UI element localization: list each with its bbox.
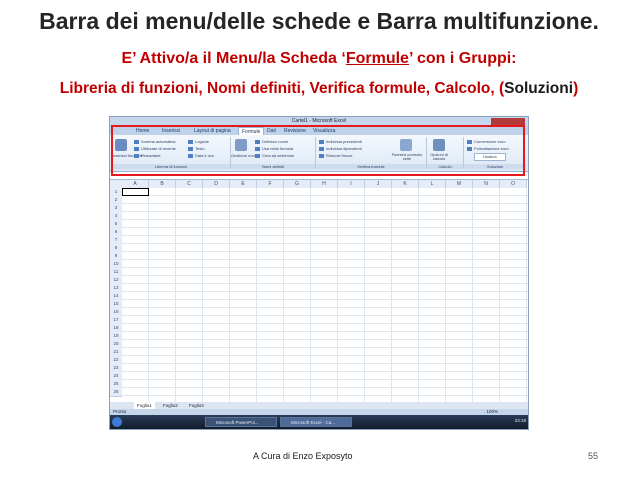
- active-cell-a1[interactable]: [122, 188, 149, 196]
- grid-line: [122, 299, 528, 300]
- grid-line: [175, 188, 176, 402]
- grid-line: [122, 395, 528, 396]
- grid-line: [122, 331, 528, 332]
- grid-line: [122, 323, 528, 324]
- grid-line: [256, 188, 257, 402]
- taskbar-item-powerpoint[interactable]: Microsoft PowerPoi...: [205, 417, 277, 427]
- column-header[interactable]: E: [230, 180, 257, 188]
- windows-taskbar: Microsoft PowerPoi... Microsoft Excel - …: [110, 415, 528, 429]
- grid-line: [122, 347, 528, 348]
- grid-line: [122, 355, 528, 356]
- worksheet-grid[interactable]: A B C D E F G H I J K L M N O 1 2 3 4 5 6 7 8 9 10 11 12 13 14 15 16 17…: [110, 180, 528, 402]
- column-header[interactable]: L: [419, 180, 446, 188]
- grid-line: [122, 339, 528, 340]
- quick-access-toolbar[interactable]: [114, 118, 174, 125]
- window-controls[interactable]: [491, 118, 525, 125]
- column-header[interactable]: I: [338, 180, 365, 188]
- slide-footer: A Cura di Enzo Exposyto: [253, 451, 353, 461]
- grid-line: [499, 188, 500, 402]
- sheet-tab-foglio3[interactable]: Foglio3: [186, 402, 207, 409]
- column-header[interactable]: J: [365, 180, 392, 188]
- grid-line: [122, 379, 528, 380]
- column-header[interactable]: O: [500, 180, 527, 188]
- grid-line: [337, 188, 338, 402]
- slide-groups-line: Libreria di funzioni, Nomi definiti, Ver…: [0, 80, 638, 98]
- grid-line: [202, 188, 203, 402]
- grid-line: [122, 195, 528, 196]
- column-header[interactable]: B: [149, 180, 176, 188]
- subtitle-tab-name: Formule: [345, 50, 409, 67]
- column-header[interactable]: F: [257, 180, 284, 188]
- slide-subtitle: E’ Attivo/a il Menu/la Scheda ‘Formule’ …: [0, 50, 638, 68]
- taskbar-clock: 23:18: [514, 418, 526, 423]
- grid-line: [122, 203, 528, 204]
- grid-line: [229, 188, 230, 402]
- groups-black-text: Soluzioni: [504, 80, 574, 97]
- slide-title: Barra dei menu/delle schede e Barra mult…: [39, 8, 599, 34]
- grid-line: [418, 188, 419, 402]
- sheet-tab-foglio2[interactable]: Foglio2: [160, 402, 181, 409]
- grid-line: [526, 188, 527, 402]
- grid-line: [122, 307, 528, 308]
- subtitle-suffix: ’ con i Gruppi:: [408, 50, 517, 67]
- subtitle-prefix: E’ Attivo/a il Menu/la Scheda ‘: [121, 50, 346, 67]
- grid-line: [122, 315, 528, 316]
- grid-line: [122, 219, 528, 220]
- column-header[interactable]: H: [311, 180, 338, 188]
- column-header[interactable]: C: [176, 180, 203, 188]
- grid-line: [391, 188, 392, 402]
- grid-line: [283, 188, 284, 402]
- row-header[interactable]: 26: [110, 388, 122, 397]
- page-number: 55: [588, 451, 599, 461]
- grid-line: [122, 267, 528, 268]
- column-header[interactable]: M: [446, 180, 473, 188]
- grid-line: [122, 259, 528, 260]
- taskbar-item-excel[interactable]: Microsoft Excel - Ca...: [280, 417, 352, 427]
- column-header[interactable]: A: [122, 180, 149, 188]
- grid-line: [148, 188, 149, 402]
- grid-line: [364, 188, 365, 402]
- column-header[interactable]: D: [203, 180, 230, 188]
- ribbon-highlight-box: [111, 125, 525, 176]
- groups-red-text: Libreria di funzioni, Nomi definiti, Ver…: [59, 80, 499, 97]
- grid-line: [122, 211, 528, 212]
- grid-line: [122, 227, 528, 228]
- column-header[interactable]: K: [392, 180, 419, 188]
- grid-line: [122, 283, 528, 284]
- grid-line: [122, 291, 528, 292]
- grid-line: [310, 188, 311, 402]
- groups-paren-close: ): [573, 80, 579, 97]
- grid-line: [122, 251, 528, 252]
- grid-line: [122, 275, 528, 276]
- grid-line: [122, 235, 528, 236]
- grid-line: [122, 243, 528, 244]
- grid-line: [122, 371, 528, 372]
- sheet-tabs-bar: Foglio1 Foglio2 Foglio3: [110, 402, 528, 409]
- window-title: Cartel1 - Microsoft Excel: [291, 118, 347, 124]
- start-button[interactable]: [112, 417, 122, 427]
- sheet-tab-foglio1[interactable]: Foglio1: [134, 402, 155, 409]
- grid-line: [122, 363, 528, 364]
- grid-line: [472, 188, 473, 402]
- grid-line: [122, 387, 528, 388]
- grid-line: [445, 188, 446, 402]
- column-header[interactable]: N: [473, 180, 500, 188]
- column-header[interactable]: G: [284, 180, 311, 188]
